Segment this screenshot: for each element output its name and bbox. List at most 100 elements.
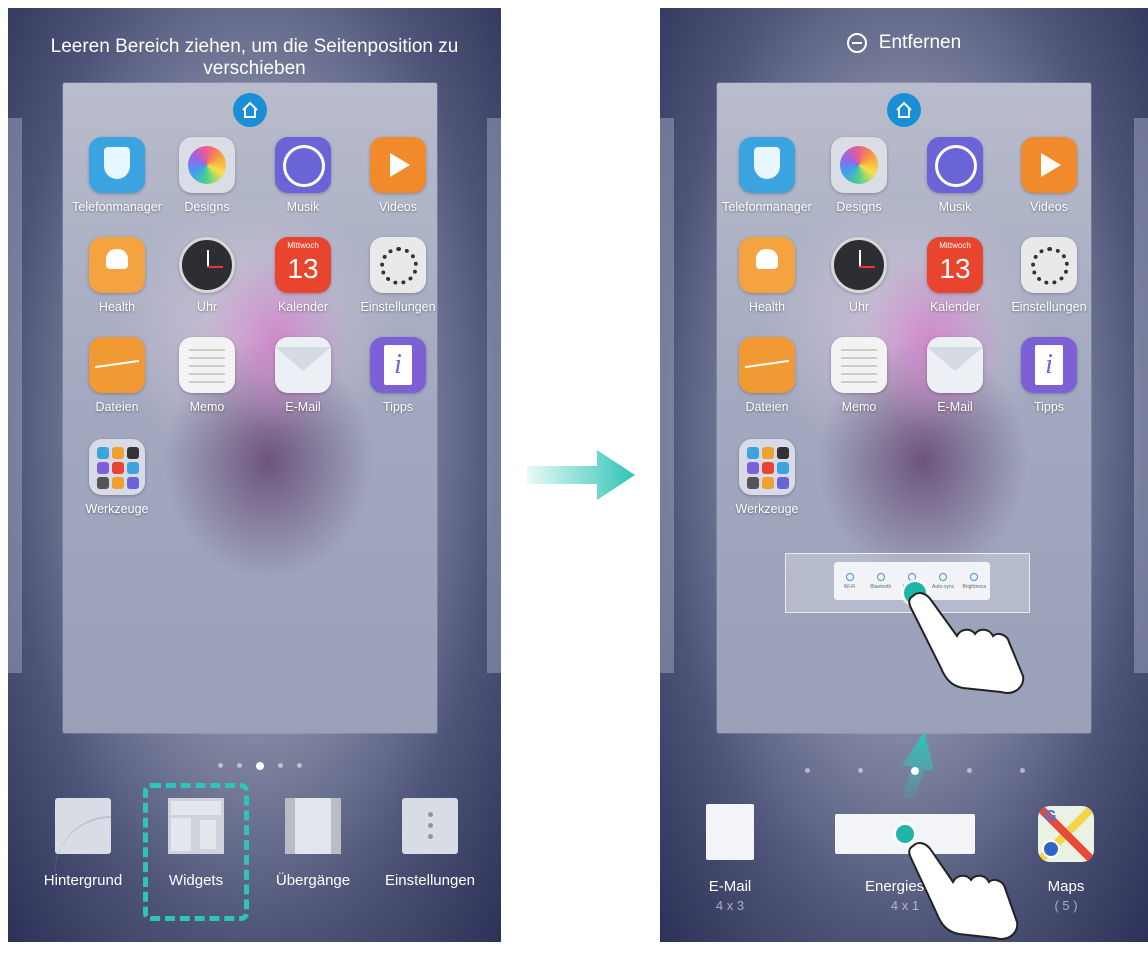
app-videos[interactable]: Videos bbox=[999, 137, 1099, 214]
files-icon bbox=[739, 337, 795, 393]
folder-icon bbox=[89, 439, 145, 495]
app-musik[interactable]: Musik bbox=[905, 137, 1005, 214]
page-dot[interactable] bbox=[218, 763, 223, 768]
more-settings-icon bbox=[402, 798, 458, 854]
touch-point bbox=[896, 825, 914, 843]
up-arrow-icon bbox=[902, 732, 934, 800]
page-dot[interactable] bbox=[967, 768, 972, 773]
app-uhr[interactable]: Uhr bbox=[809, 237, 909, 314]
menu-hintergrund[interactable]: Hintergrund bbox=[38, 798, 128, 889]
app-videos[interactable]: Videos bbox=[348, 137, 448, 214]
memo-icon bbox=[179, 337, 235, 393]
videos-icon bbox=[370, 137, 426, 193]
widget-toggle[interactable]: Wi-Fi bbox=[836, 572, 864, 590]
page-dot-active[interactable] bbox=[911, 767, 919, 775]
widget-maps[interactable]: Maps ( 5 ) bbox=[1026, 878, 1106, 913]
left-phone-screen: Leeren Bereich ziehen, um die Seitenposi… bbox=[8, 8, 501, 942]
app-telefonmanager[interactable]: Telefonmanager bbox=[67, 137, 167, 214]
widget-email[interactable]: E-Mail 4 x 3 bbox=[690, 804, 770, 913]
app-kalender[interactable]: Mittwoch 13 Kalender bbox=[905, 237, 1005, 314]
files-icon bbox=[89, 337, 145, 393]
location-icon bbox=[907, 572, 916, 581]
tips-icon bbox=[1021, 337, 1077, 393]
settings-icon bbox=[370, 237, 426, 293]
next-page-edge[interactable] bbox=[1134, 118, 1148, 673]
hand-pointer-icon bbox=[908, 592, 1025, 694]
remove-icon bbox=[846, 33, 867, 53]
menu-einstellungen[interactable]: Einstellungen bbox=[375, 798, 485, 889]
memo-icon bbox=[831, 337, 887, 393]
email-widget-thumbnail bbox=[706, 804, 754, 860]
email-icon bbox=[275, 337, 331, 393]
app-einstellungen[interactable]: Einstellungen bbox=[348, 237, 448, 314]
app-health[interactable]: Health bbox=[717, 237, 817, 314]
page-indicator bbox=[218, 762, 302, 770]
phone-manager-icon bbox=[739, 137, 795, 193]
app-telefonmanager[interactable]: Telefonmanager bbox=[717, 137, 817, 214]
designs-icon bbox=[179, 137, 235, 193]
prev-page-edge[interactable] bbox=[660, 118, 674, 673]
right-arrow-icon bbox=[527, 450, 635, 500]
maps-icon: G bbox=[1038, 806, 1094, 862]
widgets-highlight-box bbox=[143, 783, 249, 921]
app-memo[interactable]: Memo bbox=[157, 337, 257, 414]
page-dot[interactable] bbox=[237, 763, 242, 768]
folder-werkzeuge[interactable]: Werkzeuge bbox=[717, 439, 817, 516]
tutorial-figure: Leeren Bereich ziehen, um die Seitenposi… bbox=[0, 0, 1148, 957]
app-email[interactable]: E-Mail bbox=[253, 337, 353, 414]
settings-icon bbox=[1021, 237, 1077, 293]
designs-icon bbox=[831, 137, 887, 193]
calendar-icon: Mittwoch 13 bbox=[927, 237, 983, 293]
page-indicator bbox=[805, 767, 1025, 775]
folder-icon bbox=[739, 439, 795, 495]
clock-icon bbox=[831, 237, 887, 293]
app-tipps[interactable]: Tipps bbox=[999, 337, 1099, 414]
calendar-icon: Mittwoch 13 bbox=[275, 237, 331, 293]
app-tipps[interactable]: Tipps bbox=[348, 337, 448, 414]
music-icon bbox=[275, 137, 331, 193]
app-musik[interactable]: Musik bbox=[253, 137, 353, 214]
page-dot-active[interactable] bbox=[256, 762, 264, 770]
app-einstellungen[interactable]: Einstellungen bbox=[999, 237, 1099, 314]
prev-page-edge[interactable] bbox=[8, 118, 22, 673]
page-dot[interactable] bbox=[297, 763, 302, 768]
app-dateien[interactable]: Dateien bbox=[67, 337, 167, 414]
home-icon[interactable] bbox=[233, 93, 267, 127]
page-dot[interactable] bbox=[1020, 768, 1025, 773]
menu-uebergaenge[interactable]: Übergänge bbox=[263, 798, 363, 889]
app-designs[interactable]: Designs bbox=[809, 137, 909, 214]
widget-toggle[interactable]: Brightness bbox=[960, 572, 988, 590]
music-icon bbox=[927, 137, 983, 193]
app-memo[interactable]: Memo bbox=[809, 337, 909, 414]
app-designs[interactable]: Designs bbox=[157, 137, 257, 214]
sync-icon bbox=[939, 572, 948, 581]
app-health[interactable]: Health bbox=[67, 237, 167, 314]
widget-toggle[interactable]: Auto-sync bbox=[929, 572, 957, 590]
app-dateien[interactable]: Dateien bbox=[717, 337, 817, 414]
tips-icon bbox=[370, 337, 426, 393]
wifi-icon bbox=[845, 572, 854, 581]
widget-toggle[interactable]: Bluetooth bbox=[867, 572, 895, 590]
app-kalender[interactable]: Mittwoch 13 Kalender bbox=[253, 237, 353, 314]
phone-manager-icon bbox=[89, 137, 145, 193]
app-email[interactable]: E-Mail bbox=[905, 337, 1005, 414]
videos-icon bbox=[1021, 137, 1077, 193]
email-icon bbox=[927, 337, 983, 393]
transitions-icon bbox=[285, 798, 341, 854]
drag-hint-text: Leeren Bereich ziehen, um die Seitenposi… bbox=[50, 36, 459, 79]
clock-icon bbox=[179, 237, 235, 293]
hand-pointer-icon bbox=[908, 842, 1019, 940]
folder-werkzeuge[interactable]: Werkzeuge bbox=[67, 439, 167, 516]
bluetooth-icon bbox=[876, 572, 885, 581]
health-icon bbox=[739, 237, 795, 293]
health-icon bbox=[89, 237, 145, 293]
remove-bar[interactable]: Entfernen bbox=[660, 32, 1148, 54]
page-dot[interactable] bbox=[278, 763, 283, 768]
next-page-edge[interactable] bbox=[487, 118, 501, 673]
brightness-icon bbox=[970, 572, 979, 581]
app-uhr[interactable]: Uhr bbox=[157, 237, 257, 314]
page-dot[interactable] bbox=[805, 768, 810, 773]
home-page-preview[interactable]: Telefonmanager Designs Musik Videos Heal… bbox=[63, 83, 437, 733]
home-icon[interactable] bbox=[887, 93, 921, 127]
page-dot[interactable] bbox=[858, 768, 863, 773]
